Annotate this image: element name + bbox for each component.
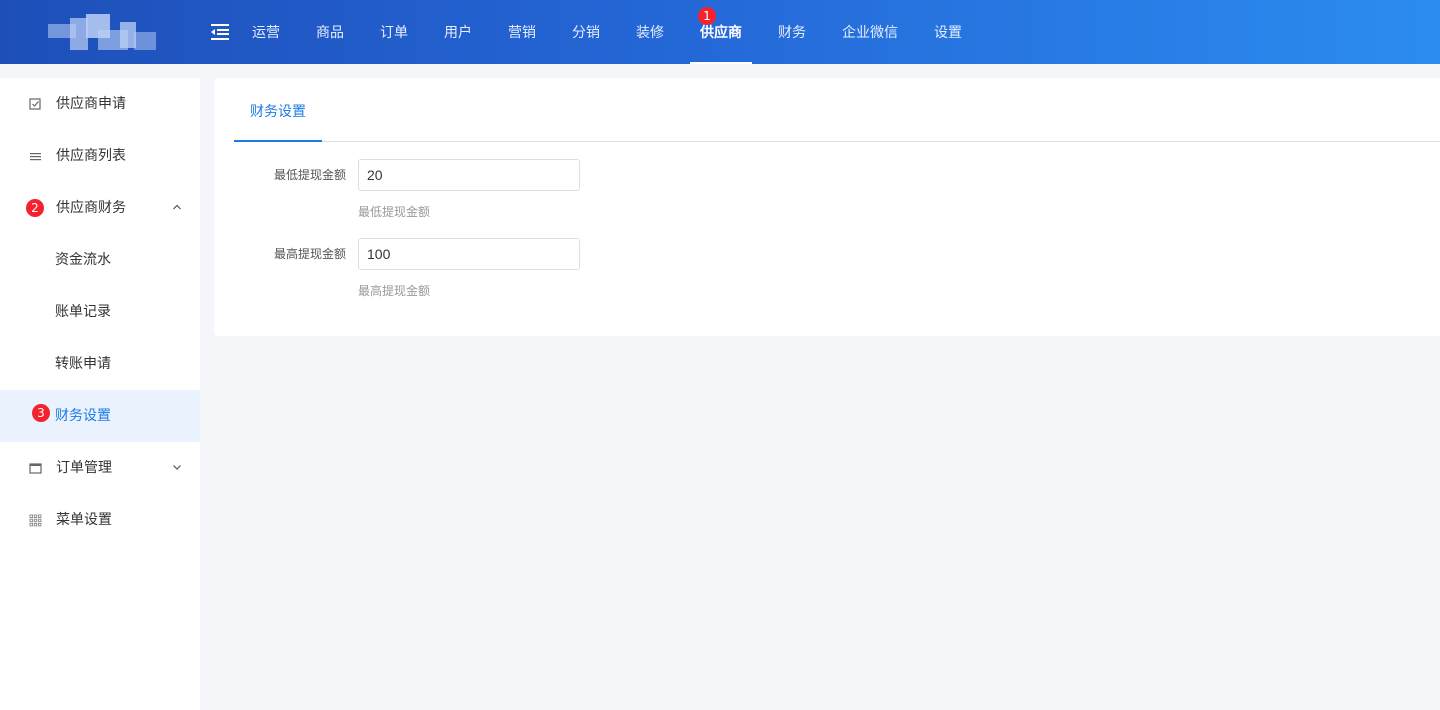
nav-label: 运营 [252, 25, 280, 41]
nav-label: 用户 [444, 25, 472, 41]
nav-label: 企业微信 [842, 25, 898, 41]
list-icon [30, 153, 41, 161]
menu-collapse-icon[interactable] [211, 24, 229, 40]
nav-label: 财务 [778, 25, 806, 41]
top-header: 运营 商品 订单 用户 营销 分销 装修 1 供应商 财务 企业微信 设置 [0, 0, 1440, 64]
nav-finance[interactable]: 财务 [778, 0, 806, 64]
sidebar-item-transfer-apply[interactable]: 转账申请 [0, 338, 200, 390]
step-badge: 1 [698, 7, 716, 25]
max-withdraw-help: 最高提现金额 [358, 284, 431, 298]
sidebar: 供应商申请 供应商列表 2 供应商财务 资金流水 账单记录 转账申请 3 财务设… [0, 64, 200, 710]
sidebar-item-label: 供应商财务 [56, 200, 126, 216]
max-withdraw-label: 最高提现金额 [273, 247, 346, 261]
sidebar-item-finance-settings[interactable]: 3 财务设置 [0, 390, 200, 442]
nav-label: 订单 [380, 25, 408, 41]
nav-label: 营销 [508, 25, 536, 41]
chevron-down-icon [173, 465, 181, 470]
nav-users[interactable]: 用户 [444, 0, 472, 64]
sidebar-item-label: 供应商列表 [56, 148, 126, 164]
sidebar-item-label: 账单记录 [55, 304, 111, 320]
sidebar-item-label: 供应商申请 [56, 96, 126, 112]
min-withdraw-input[interactable] [358, 159, 580, 191]
sidebar-item-label: 财务设置 [55, 408, 111, 424]
sidebar-item-bill-records[interactable]: 账单记录 [0, 286, 200, 338]
step-badge: 2 [26, 199, 44, 217]
tab-finance-settings[interactable]: 财务设置 [234, 78, 322, 142]
nav-label: 商品 [316, 25, 344, 41]
top-nav: 运营 商品 订单 用户 营销 分销 装修 1 供应商 财务 企业微信 设置 [252, 0, 998, 64]
nav-label: 设置 [934, 25, 962, 41]
step-badge: 3 [32, 404, 50, 422]
window-icon [29, 463, 42, 474]
nav-label: 装修 [636, 25, 664, 41]
nav-label: 分销 [572, 25, 600, 41]
sidebar-item-supplier-list[interactable]: 供应商列表 [0, 130, 200, 182]
nav-marketing[interactable]: 营销 [508, 0, 536, 64]
sidebar-item-label: 菜单设置 [56, 512, 112, 528]
sidebar-item-label: 转账申请 [55, 356, 111, 372]
nav-distribution[interactable]: 分销 [572, 0, 600, 64]
nav-decoration[interactable]: 装修 [636, 0, 664, 64]
nav-products[interactable]: 商品 [316, 0, 344, 64]
sidebar-item-supplier-finance[interactable]: 2 供应商财务 [0, 182, 200, 234]
chevron-up-icon [173, 204, 181, 210]
nav-orders[interactable]: 订单 [380, 0, 408, 64]
nav-operations[interactable]: 运营 [252, 0, 280, 64]
sidebar-item-label: 订单管理 [56, 460, 112, 476]
sidebar-item-label: 资金流水 [55, 252, 111, 268]
min-withdraw-label: 最低提现金额 [273, 168, 346, 182]
nav-settings[interactable]: 设置 [934, 0, 962, 64]
min-withdraw-help: 最低提现金额 [358, 205, 431, 219]
sidebar-item-cash-flow[interactable]: 资金流水 [0, 234, 200, 286]
brand-logo[interactable] [48, 14, 158, 52]
sidebar-item-menu-settings[interactable]: 菜单设置 [0, 494, 200, 546]
tab-bar: 财务设置 [234, 78, 1440, 142]
nav-wecom[interactable]: 企业微信 [842, 0, 898, 64]
grid-icon [29, 514, 42, 527]
checkbox-icon [29, 98, 41, 110]
sidebar-item-order-management[interactable]: 订单管理 [0, 442, 200, 494]
max-withdraw-input[interactable] [358, 238, 580, 270]
nav-supplier[interactable]: 1 供应商 [690, 0, 752, 64]
sidebar-item-supplier-apply[interactable]: 供应商申请 [0, 78, 200, 130]
nav-label: 供应商 [700, 25, 742, 41]
